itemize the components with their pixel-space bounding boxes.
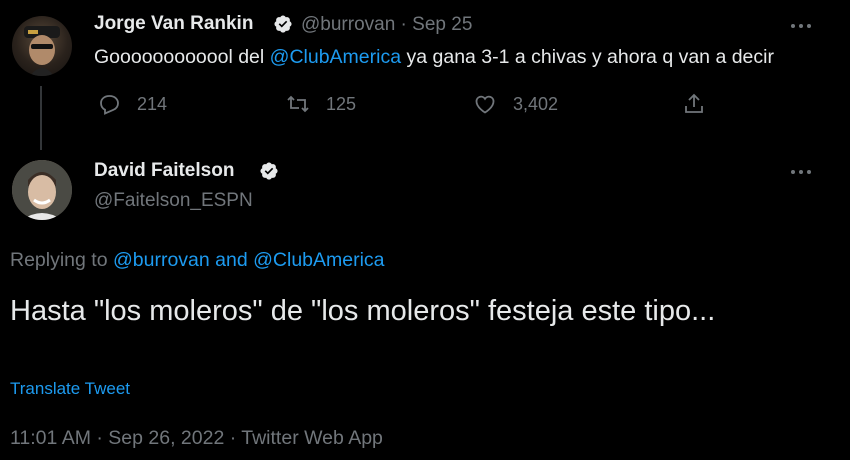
mention-link[interactable]: @ClubAmerica xyxy=(270,46,401,68)
thread-connector-line xyxy=(40,86,42,150)
reply-icon xyxy=(100,95,119,115)
author-name[interactable]: David Faitelson xyxy=(94,160,234,182)
handle-and-date[interactable]: @burrovan · Sep 25 xyxy=(301,14,472,36)
tweet-text: Hasta "los moleros" de "los moleros" fes… xyxy=(10,295,716,327)
tweet-text-part: ya gana 3-1 a chivas y ahora q van a dec… xyxy=(401,46,774,68)
translate-tweet-link[interactable]: Translate Tweet xyxy=(10,379,130,399)
avatar-david-faitelson[interactable] xyxy=(12,160,72,220)
like-count: 3,402 xyxy=(513,93,559,114)
share-icon xyxy=(685,93,703,113)
replying-to: Replying to @burrovan and @ClubAmerica xyxy=(10,249,385,272)
more-icon[interactable] xyxy=(790,169,812,175)
verified-icon xyxy=(260,162,278,180)
retweet-count: 125 xyxy=(326,93,357,114)
reply-button[interactable]: 214 xyxy=(97,92,167,116)
retweet-button[interactable]: 125 xyxy=(286,92,356,116)
tweet-timestamp-source[interactable]: 11:01 AM · Sep 26, 2022 · Twitter Web Ap… xyxy=(10,427,383,450)
retweet-icon xyxy=(287,95,309,113)
tweet-text-part: Goooooooooool del xyxy=(94,46,270,68)
verified-icon xyxy=(274,15,292,33)
handle[interactable]: @Faitelson_ESPN xyxy=(94,190,253,212)
author-name[interactable]: Jorge Van Rankin xyxy=(94,13,253,35)
more-icon[interactable] xyxy=(790,23,812,29)
replying-prefix: Replying to xyxy=(10,249,113,271)
like-button[interactable]: 3,402 xyxy=(473,92,558,116)
reply-count: 214 xyxy=(137,93,168,114)
like-icon xyxy=(475,95,495,114)
replying-mentions-link[interactable]: @burrovan and @ClubAmerica xyxy=(113,249,385,271)
avatar-jorge-van-rankin[interactable] xyxy=(12,16,72,76)
share-button[interactable] xyxy=(682,92,722,116)
tweet-text: Goooooooooool del @ClubAmerica ya gana 3… xyxy=(94,46,774,69)
